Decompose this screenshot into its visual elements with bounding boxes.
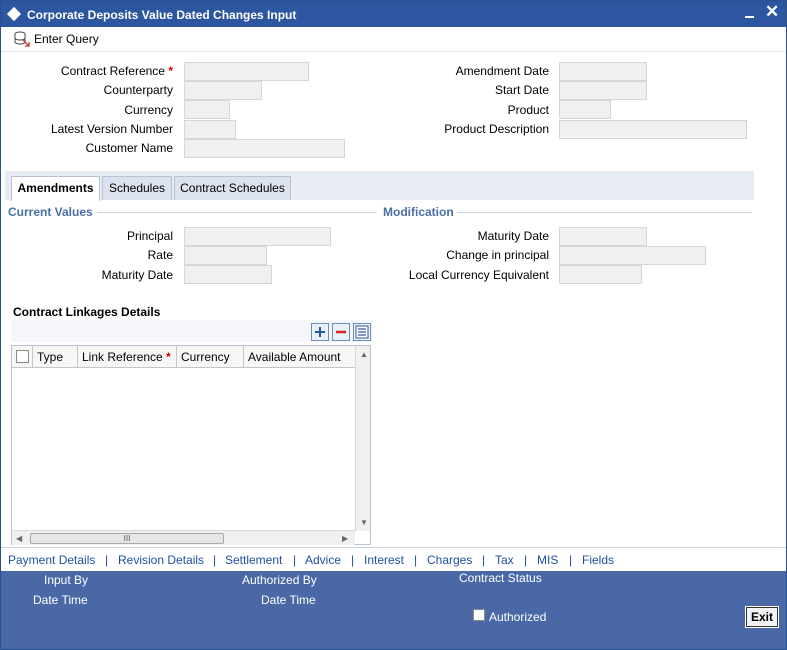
tab-amendments[interactable]: Amendments <box>11 176 100 201</box>
link-separator: | <box>569 553 573 567</box>
close-button[interactable]: ✕ <box>765 3 779 21</box>
link-advice[interactable]: Advice <box>305 553 341 567</box>
minus-icon <box>336 330 346 334</box>
link-separator: | <box>105 553 109 567</box>
plus-icon <box>315 327 325 337</box>
current-maturity-date-label: Maturity Date <box>101 268 173 282</box>
link-settlement[interactable]: Settlement <box>225 553 282 567</box>
window-diamond-icon <box>6 6 22 22</box>
product-label: Product <box>507 103 549 117</box>
local-currency-equivalent-field[interactable] <box>559 265 642 284</box>
toolbar: Enter Query <box>1 27 786 52</box>
latest-version-number-field[interactable] <box>184 120 236 139</box>
enter-query-icon[interactable] <box>13 30 31 48</box>
new-maturity-date-label: Maturity Date <box>477 229 549 243</box>
link-mis[interactable]: MIS <box>537 553 558 567</box>
tab-contract-schedules[interactable]: Contract Schedules <box>174 176 291 200</box>
counterparty-label: Counterparty <box>103 83 173 97</box>
tab-strip: Amendments Schedules Contract Schedules <box>5 171 754 201</box>
current-values-divider <box>97 212 377 213</box>
rate-label: Rate <box>147 248 173 262</box>
horizontal-scroll-thumb[interactable]: III <box>30 533 224 544</box>
authorized-label: Authorized <box>489 610 547 624</box>
select-all-checkbox[interactable] <box>16 350 29 363</box>
link-separator: | <box>482 553 486 567</box>
current-maturity-date-field[interactable] <box>184 265 272 284</box>
change-in-principal-label: Change in principal <box>446 248 549 262</box>
contract-status-label: Contract Status <box>459 571 542 585</box>
start-date-field[interactable] <box>559 81 647 100</box>
product-description-field[interactable] <box>559 120 747 139</box>
product-description-label: Product Description <box>444 122 549 136</box>
title-bar: Corporate Deposits Value Dated Changes I… <box>1 1 786 27</box>
link-charges[interactable]: Charges <box>427 553 472 567</box>
modification-divider <box>457 212 752 213</box>
latest-version-number-label: Latest Version Number <box>50 122 173 136</box>
link-separator: | <box>524 553 528 567</box>
scroll-left-arrow-icon[interactable]: ◀ <box>16 534 22 543</box>
link-separator: | <box>414 553 418 567</box>
link-interest[interactable]: Interest <box>364 553 404 567</box>
scroll-right-arrow-icon[interactable]: ▶ <box>342 534 348 543</box>
minimize-button[interactable] <box>743 4 757 22</box>
link-revision-details[interactable]: Revision Details <box>118 553 204 567</box>
customer-name-label: Customer Name <box>85 141 173 155</box>
local-currency-equivalent-label: Local Currency Equivalent <box>408 268 549 282</box>
column-available-amount[interactable]: Available Amount <box>244 346 355 368</box>
link-tax[interactable]: Tax <box>495 553 514 567</box>
link-separator: | <box>293 553 297 567</box>
amendment-date-field[interactable] <box>559 62 647 81</box>
window: Corporate Deposits Value Dated Changes I… <box>0 0 787 650</box>
contract-linkages-grid: Type Link Reference * Currency Available… <box>11 345 371 545</box>
add-row-button[interactable] <box>311 323 329 341</box>
input-date-time-label: Date Time <box>33 593 88 607</box>
authorized-by-label: Authorized By <box>242 573 317 587</box>
input-by-label: Input By <box>44 573 89 587</box>
contract-reference-label: Contract Reference * <box>60 64 173 78</box>
new-maturity-date-field[interactable] <box>559 227 647 246</box>
counterparty-field[interactable] <box>184 81 262 100</box>
select-all-column <box>12 346 33 368</box>
single-view-button[interactable] <box>353 323 371 341</box>
amendment-date-label: Amendment Date <box>455 64 549 78</box>
modification-heading: Modification <box>383 205 454 219</box>
window-title: Corporate Deposits Value Dated Changes I… <box>27 8 297 22</box>
current-values-heading: Current Values <box>8 205 93 219</box>
link-separator: | <box>213 553 217 567</box>
column-currency[interactable]: Currency <box>177 346 244 368</box>
currency-label: Currency <box>124 103 173 117</box>
delete-row-button[interactable] <box>332 323 350 341</box>
subsystem-links: Payment Details | Revision Details | Set… <box>1 547 786 571</box>
tab-schedules[interactable]: Schedules <box>102 176 172 200</box>
contract-linkages-title: Contract Linkages Details <box>13 305 161 319</box>
contract-reference-field[interactable] <box>184 62 309 81</box>
grid-horizontal-scrollbar[interactable]: ◀ III ▶ <box>12 530 355 545</box>
authorized-date-time-label: Date Time <box>261 593 316 607</box>
start-date-label: Start Date <box>494 83 549 97</box>
link-fields[interactable]: Fields <box>582 553 614 567</box>
column-type[interactable]: Type <box>33 346 78 368</box>
product-field[interactable] <box>559 100 611 119</box>
audit-footer: Input By Date Time Authorized By Date Ti… <box>1 571 786 649</box>
principal-label: Principal <box>126 229 173 243</box>
rate-field[interactable] <box>184 246 267 265</box>
grid-vertical-scrollbar[interactable]: ▲ ▼ <box>355 346 370 531</box>
principal-field[interactable] <box>184 227 331 246</box>
link-payment-details[interactable]: Payment Details <box>8 553 95 567</box>
grid-header: Type Link Reference * Currency Available… <box>12 346 355 368</box>
list-view-icon <box>355 325 369 339</box>
scroll-up-arrow-icon[interactable]: ▲ <box>360 350 368 359</box>
link-separator: | <box>351 553 355 567</box>
enter-query-button[interactable]: Enter Query <box>34 32 99 46</box>
currency-field[interactable] <box>184 100 230 119</box>
change-in-principal-field[interactable] <box>559 246 706 265</box>
customer-name-field[interactable] <box>184 139 345 158</box>
authorized-checkbox[interactable] <box>473 609 485 621</box>
column-link-reference[interactable]: Link Reference * <box>78 346 177 368</box>
exit-button[interactable]: Exit <box>745 606 779 628</box>
scroll-down-arrow-icon[interactable]: ▼ <box>360 518 368 527</box>
